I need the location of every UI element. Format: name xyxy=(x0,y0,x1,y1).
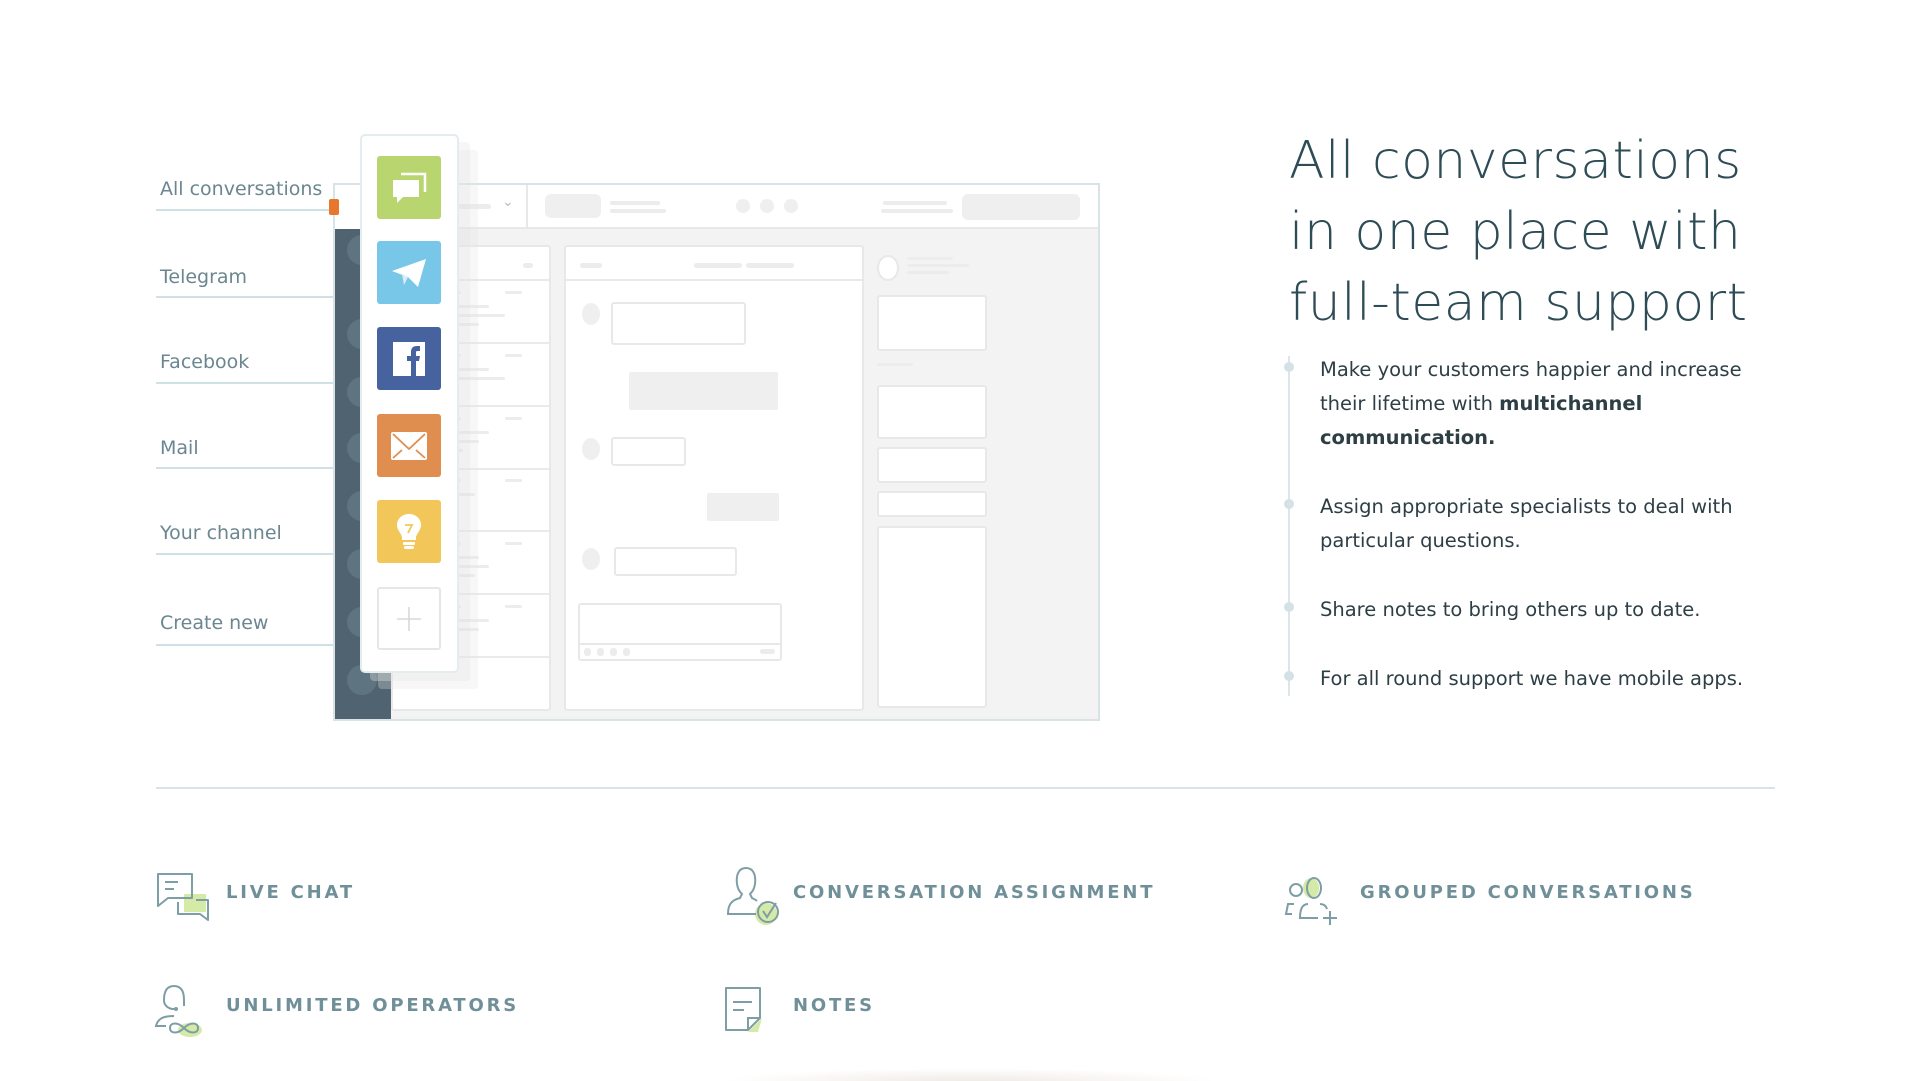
bullet-dot xyxy=(1284,602,1294,612)
channel-label-telegram[interactable]: Telegram xyxy=(160,266,247,288)
channel-label-all-conversations[interactable]: All conversations xyxy=(160,178,322,200)
channel-button-create-new[interactable] xyxy=(377,587,441,650)
channel-label-your-channel[interactable]: Your channel xyxy=(160,522,282,544)
bullet-assign: Assign appropriate specialists to deal w… xyxy=(1320,495,1733,552)
channel-label-mail[interactable]: Mail xyxy=(160,437,199,459)
channel-label-create-new[interactable]: Create new xyxy=(160,612,268,634)
channel-button-telegram[interactable] xyxy=(377,241,441,304)
mockup-chat xyxy=(564,245,864,711)
conversation-assignment-icon xyxy=(724,866,784,928)
mail-icon xyxy=(391,431,427,460)
channel-button-facebook[interactable] xyxy=(377,327,441,390)
channel-button-your-channel[interactable] xyxy=(377,500,441,563)
chat-bubbles-icon xyxy=(393,172,427,203)
grouped-conversations-icon xyxy=(1284,876,1340,926)
notes-icon xyxy=(722,982,766,1038)
channel-picker-panel xyxy=(360,134,459,673)
mockup-info-panel xyxy=(877,245,987,711)
chevron-down-icon: ⌄ xyxy=(502,194,514,210)
active-flag-icon xyxy=(329,199,339,215)
page-title: All conversations in one place with full… xyxy=(1289,126,1809,339)
channel-label-facebook[interactable]: Facebook xyxy=(160,351,249,373)
feature-grouped-conversations: GROUPED CONVERSATIONS xyxy=(1360,882,1696,903)
label-underline xyxy=(156,553,352,555)
label-underline xyxy=(156,209,352,211)
feature-notes: NOTES xyxy=(793,995,875,1016)
lightbulb-icon xyxy=(397,513,421,549)
label-underline xyxy=(156,296,352,298)
telegram-icon xyxy=(392,258,426,287)
bullet-dot xyxy=(1284,499,1294,509)
feature-unlimited-operators: UNLIMITED OPERATORS xyxy=(226,995,520,1016)
title-line: in one place with xyxy=(1289,202,1742,262)
bullet-mobile: For all round support we have mobile app… xyxy=(1320,667,1744,690)
label-underline xyxy=(156,467,352,469)
unlimited-operators-icon xyxy=(154,984,208,1040)
feature-conversation-assignment: CONVERSATION ASSIGNMENT xyxy=(793,882,1156,903)
bullet-timeline xyxy=(1288,356,1290,696)
bottom-shadow xyxy=(720,1068,1220,1081)
channel-button-all-conversations[interactable] xyxy=(377,156,441,219)
bullet-multichannel: Make your customers happier and increase… xyxy=(1320,358,1742,449)
channel-button-mail[interactable] xyxy=(377,414,441,477)
feature-live-chat: LIVE CHAT xyxy=(226,882,355,903)
bullet-dot xyxy=(1284,362,1294,372)
live-chat-icon xyxy=(156,870,212,926)
mockup-compose-box xyxy=(578,603,782,661)
facebook-icon xyxy=(393,341,425,376)
title-line: All conversations xyxy=(1289,131,1742,191)
label-underline xyxy=(156,382,352,384)
plus-icon xyxy=(397,606,421,631)
label-underline xyxy=(156,644,352,646)
section-divider xyxy=(156,787,1775,789)
bullet-dot xyxy=(1284,671,1294,681)
bullet-notes: Share notes to bring others up to date. xyxy=(1320,598,1701,621)
title-line: full-team support xyxy=(1289,273,1748,333)
